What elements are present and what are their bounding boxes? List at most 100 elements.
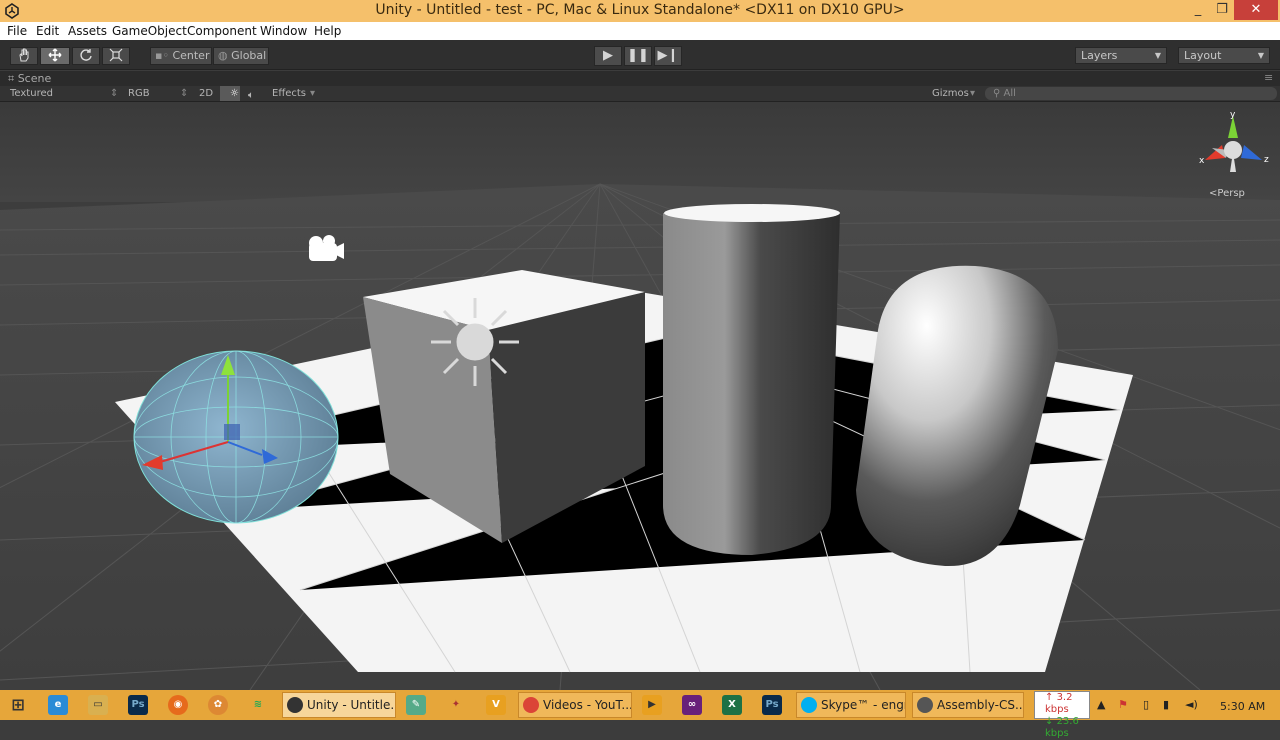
folder-icon[interactable]: ▭ (88, 695, 108, 715)
pivot-toggle[interactable]: ▪◦ Center (150, 47, 212, 65)
search-placeholder: All (1003, 88, 1016, 99)
scene-tab-strip: ⌗ Scene ≡ (0, 71, 1280, 86)
grid-icon: ⌗ (8, 72, 15, 85)
windows-start-icon[interactable]: ⊞ (8, 695, 28, 715)
visual-studio-icon[interactable]: ∞ (682, 695, 702, 715)
step-icon: ▶❙ (657, 48, 679, 63)
unity-logo-icon (287, 697, 303, 713)
scale-tool-button[interactable] (102, 47, 130, 65)
taskbar-item-skype[interactable]: Skype™ - engr... (796, 692, 906, 718)
chevron-down-icon: ▼ (1257, 51, 1264, 60)
firefox-icon[interactable]: ◉ (168, 695, 188, 715)
signal-icon[interactable]: ▮ (1163, 698, 1169, 711)
network-meter: ↑ 3.2 kbps ↓ 23.6 kbps (1034, 691, 1090, 739)
globe-icon: ◍ (218, 49, 228, 62)
rotate-icon (80, 49, 92, 61)
menu-edit[interactable]: Edit (36, 24, 59, 38)
scale-icon (109, 48, 123, 62)
speaker-icon[interactable]: ◄) (1185, 698, 1198, 711)
play-button[interactable]: ▶ (594, 46, 622, 66)
speaker-icon: 🔈︎ (248, 90, 254, 101)
gizmos-dropdown[interactable]: Gizmos (932, 88, 969, 99)
lighting-toggle[interactable]: ☼ (220, 86, 240, 101)
battery-icon[interactable]: ▯ (1143, 698, 1149, 711)
layout-label: Layout (1184, 49, 1222, 62)
paint-icon[interactable]: ✎ (406, 695, 426, 715)
chevron-down-icon: ▼ (1154, 51, 1161, 60)
chevron-updown-icon: ⇕ (180, 88, 189, 99)
chevron-up-icon[interactable]: ▲ (1097, 698, 1105, 711)
layers-label: Layers (1081, 49, 1118, 62)
move-tool-button[interactable] (40, 47, 70, 65)
taskbar-item-assembly[interactable]: Assembly-CS... (912, 692, 1024, 718)
clock[interactable]: 5:30 AM (1220, 700, 1265, 713)
photoshop-icon[interactable]: Ps (762, 695, 782, 715)
tab-menu-icon[interactable]: ≡ (1264, 71, 1273, 84)
pivot-icon: ▪◦ (155, 49, 169, 62)
space-toggle[interactable]: ◍ Global (213, 47, 269, 65)
app-icon[interactable]: V (486, 695, 506, 715)
chevron-updown-icon: ⇕ (110, 88, 119, 99)
chevron-down-icon: ▾ (310, 88, 316, 99)
gizmo-y-label: y (1230, 110, 1236, 120)
space-label: Global (231, 49, 267, 62)
cylinder[interactable] (663, 204, 840, 555)
pause-button[interactable]: ❚❚ (624, 46, 652, 66)
app-icon[interactable]: ≋ (248, 695, 268, 715)
selected-sphere[interactable] (133, 350, 339, 524)
play-icon: ▶ (603, 48, 613, 63)
menu-file[interactable]: File (7, 24, 27, 38)
layout-dropdown[interactable]: Layout ▼ (1178, 47, 1270, 64)
app-icon[interactable]: ✿ (208, 695, 228, 715)
menu-gameobject[interactable]: GameObject (112, 24, 187, 38)
layers-dropdown[interactable]: Layers ▼ (1075, 47, 1167, 64)
chrome-icon (523, 697, 539, 713)
menu-bar: File Edit Assets GameObject Component Wi… (0, 22, 1280, 40)
color-mode-dropdown[interactable]: RGB (128, 88, 150, 99)
pause-icon: ❚❚ (627, 48, 649, 63)
chevron-down-icon: ▾ (970, 88, 976, 99)
search-icon: ⚲ (993, 88, 1001, 99)
effects-dropdown[interactable]: Effects (272, 88, 306, 99)
upload-rate: ↑ 3.2 kbps (1045, 692, 1073, 715)
menu-help[interactable]: Help (314, 24, 341, 38)
app-icon[interactable]: ✦ (446, 695, 466, 715)
pivot-label: Center (172, 49, 210, 62)
taskbar-item-label: Unity - Untitle... (307, 698, 396, 712)
tab-scene[interactable]: ⌗ Scene (8, 72, 51, 86)
move-icon (48, 48, 62, 62)
menu-window[interactable]: Window (260, 24, 307, 38)
taskbar-item-unity[interactable]: Unity - Untitle... (282, 692, 396, 718)
scene-search-input[interactable]: ⚲ All (985, 87, 1277, 100)
light-icon[interactable] (431, 298, 519, 386)
scene-render: y x z <Persp (0, 102, 1280, 690)
scene-viewport[interactable]: y x z <Persp (0, 102, 1280, 690)
ie-icon[interactable]: e (48, 695, 68, 715)
title-bar: Unity - Untitled - test - PC, Mac & Linu… (0, 0, 1280, 22)
maximize-button[interactable]: ❐ (1208, 0, 1236, 20)
menu-assets[interactable]: Assets (68, 24, 107, 38)
projection-label[interactable]: <Persp (1209, 188, 1245, 199)
excel-icon[interactable]: X (722, 695, 742, 715)
taskbar-item-label: Videos - YouT... (543, 698, 632, 712)
skype-icon (801, 697, 817, 713)
close-button[interactable]: ✕ (1234, 0, 1278, 20)
step-button[interactable]: ▶❙ (654, 46, 682, 66)
tab-scene-label: Scene (17, 72, 52, 85)
render-mode-dropdown[interactable]: Textured (10, 88, 53, 99)
sun-icon: ☼ (230, 88, 239, 99)
gizmo-x-label: x (1199, 156, 1205, 166)
toggle-2d-button[interactable]: 2D (199, 88, 213, 99)
rotate-tool-button[interactable] (72, 47, 100, 65)
main-toolbar: ▪◦ Center ◍ Global ▶ ❚❚ ▶❙ Layers ▼ Layo… (0, 40, 1280, 70)
hand-tool-button[interactable] (10, 47, 38, 65)
hand-icon (19, 48, 29, 62)
media-player-icon[interactable]: ▶ (642, 695, 662, 715)
taskbar-item-chrome[interactable]: Videos - YouT... (518, 692, 632, 718)
photoshop-icon[interactable]: Ps (128, 695, 148, 715)
monodevelop-icon (917, 697, 933, 713)
menu-component[interactable]: Component (187, 24, 257, 38)
gizmo-z-label: z (1264, 155, 1269, 165)
flag-icon[interactable]: ⚑ (1118, 698, 1128, 711)
taskbar-item-label: Skype™ - engr... (821, 698, 905, 712)
